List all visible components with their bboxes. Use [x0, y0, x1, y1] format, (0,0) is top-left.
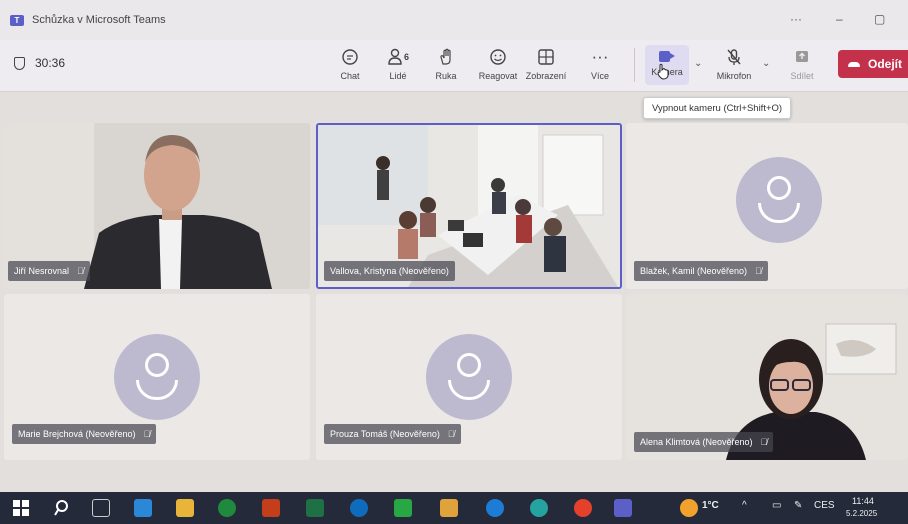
people-label: Lidé: [389, 71, 407, 81]
participant-tile-active[interactable]: Vallova, Kristyna (Neověřeno): [316, 123, 622, 289]
weather-temp: 1°C: [702, 500, 719, 511]
weather-icon[interactable]: [680, 499, 698, 517]
avatar-icon: [426, 334, 512, 420]
react-button[interactable]: Reagovat: [476, 46, 520, 81]
participant-name-tag: Blažek, Kamil (Neověřeno) 🎙̸: [634, 261, 768, 281]
network-icon[interactable]: ▭: [772, 500, 781, 511]
toolbar-divider: [634, 48, 635, 82]
outlook-icon[interactable]: [440, 499, 458, 517]
mic-off-icon: 🎙̸: [760, 437, 768, 447]
camera-icon: [659, 51, 675, 62]
participant-tile[interactable]: Blažek, Kamil (Neověřeno) 🎙̸: [626, 123, 908, 289]
chat-button[interactable]: Chat: [328, 46, 372, 81]
clock-date[interactable]: 5.2.2025: [846, 509, 877, 518]
tray-chevron-icon[interactable]: ^: [742, 500, 747, 511]
file-explorer-icon[interactable]: [176, 499, 194, 517]
grid-view-icon: [537, 46, 555, 68]
avatar-icon: [736, 157, 822, 243]
chat-icon: [341, 46, 359, 68]
share-icon: [793, 46, 811, 68]
share-button[interactable]: Sdílet: [780, 46, 824, 81]
participant-tile[interactable]: Marie Brejchová (Neověřeno) 🎙̸: [4, 294, 310, 460]
hand-cursor-icon: [657, 63, 669, 80]
mic-options-chevron-icon[interactable]: ⌄: [762, 58, 770, 69]
language-indicator[interactable]: CES: [814, 500, 835, 511]
powerpoint-icon[interactable]: [262, 499, 280, 517]
mic-label: Mikrofon: [716, 71, 752, 81]
participant-name: Jiří Nesrovnal: [14, 266, 70, 276]
windows-taskbar: 1°C ^ ▭ ✎ CES 11:44 5.2.2025: [0, 492, 908, 524]
phone-hangup-icon: [848, 61, 860, 67]
hand-icon: [438, 46, 454, 68]
participant-name-tag: Prouza Tomáš (Neověřeno) 🎙̸: [324, 424, 461, 444]
app-icon[interactable]: [394, 499, 412, 517]
edge-legacy-icon[interactable]: [486, 499, 504, 517]
teams-icon[interactable]: [614, 499, 632, 517]
minimize-button[interactable]: –: [836, 12, 843, 26]
participant-name-tag: Marie Brejchová (Neověřeno) 🎙̸: [12, 424, 157, 444]
mic-off-icon: 🎙̸: [143, 429, 151, 439]
participant-name: Prouza Tomáš (Neověřeno): [330, 429, 440, 439]
edge-icon[interactable]: [530, 499, 548, 517]
camera-options-chevron-icon[interactable]: ⌄: [694, 58, 702, 69]
more-button[interactable]: ··· Více: [578, 46, 622, 81]
shield-icon: [14, 56, 25, 70]
leave-label: Odejít: [868, 57, 903, 71]
share-label: Sdílet: [790, 71, 814, 81]
excel-icon[interactable]: [306, 499, 324, 517]
search-icon[interactable]: [54, 499, 72, 517]
mic-off-icon: 🎙̸: [447, 429, 455, 439]
timer-value: 30:36: [35, 56, 66, 70]
view-button[interactable]: Zobrazení: [524, 46, 568, 81]
video-grid: Jiří Nesrovnal 🎙̸ Vallova, Kristyna (Neo…: [0, 92, 908, 492]
window-title: Schůzka v Microsoft Teams: [32, 14, 166, 26]
clock-time[interactable]: 11:44: [852, 496, 874, 506]
participant-name-tag: Vallova, Kristyna (Neověřeno): [324, 261, 455, 281]
participant-name-tag: Jiří Nesrovnal 🎙̸: [8, 261, 90, 281]
mic-off-icon: [725, 46, 743, 68]
teams-logo-icon: T: [10, 14, 24, 26]
smiley-icon: [489, 46, 507, 68]
store-icon[interactable]: [134, 499, 152, 517]
participant-name: Vallova, Kristyna (Neověřeno): [330, 266, 449, 276]
avatar-icon: [114, 334, 200, 420]
participant-tile[interactable]: Prouza Tomáš (Neověřeno) 🎙̸: [316, 294, 622, 460]
chrome-icon[interactable]: [574, 499, 592, 517]
participant-name-tag: Alena Klimtová (Neověřeno) 🎙̸: [634, 432, 774, 452]
window-more-button[interactable]: ···: [790, 12, 802, 26]
mic-button[interactable]: Mikrofon: [712, 46, 756, 81]
participant-name: Marie Brejchová (Neověřeno): [18, 429, 136, 439]
app-icon[interactable]: [218, 499, 236, 517]
mic-off-icon: 🎙̸: [755, 266, 762, 276]
meeting-toolbar: 30:36 Chat 6 Lidé Ruka Reagovat Zobrazen…: [0, 40, 908, 92]
people-button[interactable]: 6 Lidé: [376, 46, 420, 81]
raise-hand-button[interactable]: Ruka: [424, 46, 468, 81]
app-icon[interactable]: [350, 499, 368, 517]
more-label: Více: [590, 71, 609, 81]
maximize-button[interactable]: ▢: [874, 12, 885, 26]
task-view-icon[interactable]: [92, 499, 110, 517]
react-label: Reagovat: [478, 71, 518, 81]
participant-name: Blažek, Kamil (Neověřeno): [640, 266, 748, 276]
camera-tooltip: Vypnout kameru (Ctrl+Shift+O): [643, 97, 792, 119]
more-icon: ···: [591, 47, 609, 66]
participant-tile[interactable]: Jiří Nesrovnal 🎙̸: [4, 123, 310, 289]
pen-icon[interactable]: ✎: [794, 500, 802, 511]
participant-name: Alena Klimtová (Neověřeno): [640, 437, 753, 447]
people-icon: 6: [387, 46, 409, 68]
participant-tile[interactable]: Alena Klimtová (Neověřeno) 🎙̸: [626, 294, 908, 460]
mic-off-icon: 🎙̸: [77, 266, 84, 276]
leave-button[interactable]: Odejít: [838, 50, 908, 78]
raise-hand-label: Ruka: [435, 71, 457, 81]
people-count: 6: [403, 52, 409, 62]
chat-label: Chat: [340, 71, 360, 81]
view-label: Zobrazení: [525, 71, 567, 81]
windows-start-icon[interactable]: [12, 499, 30, 517]
meeting-timer: 30:36: [14, 56, 65, 70]
title-bar: T Schůzka v Microsoft Teams ··· – ▢: [0, 0, 908, 40]
